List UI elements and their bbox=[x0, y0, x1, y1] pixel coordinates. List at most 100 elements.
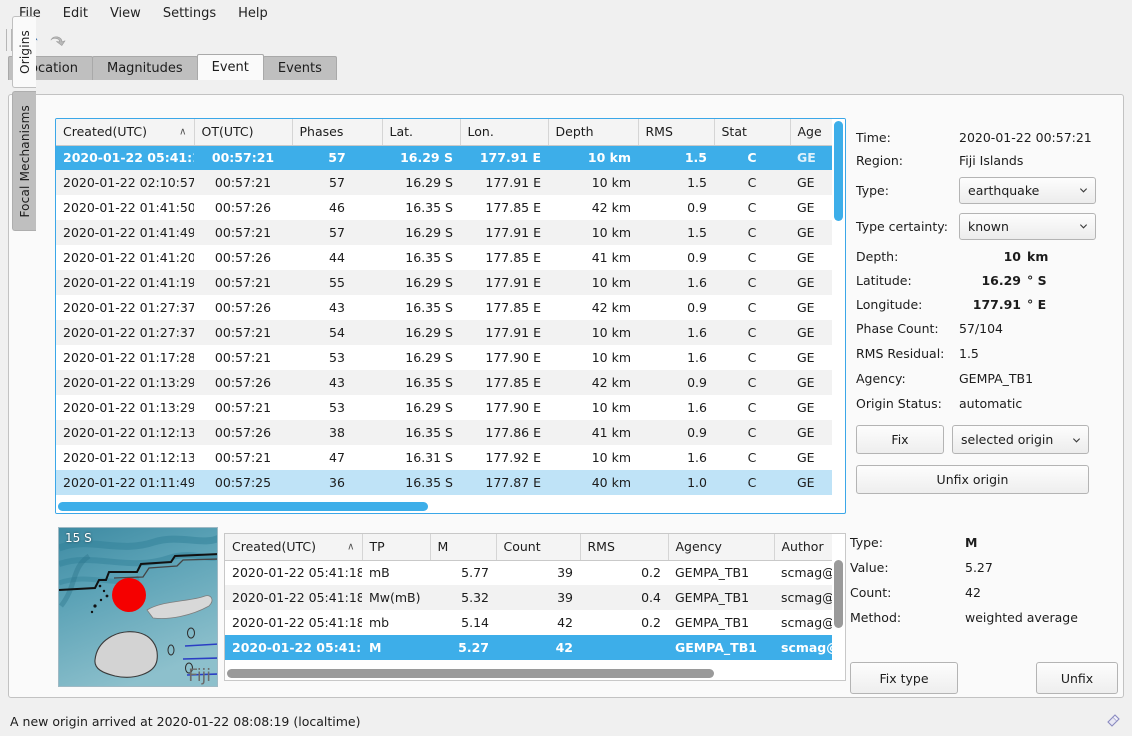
sidebar-item-focal-mechanisms-label: Focal Mechanisms bbox=[18, 105, 32, 218]
origins-vertical-scroll-thumb[interactable] bbox=[834, 121, 843, 221]
cell-created: 2020-01-22 05:41:17 bbox=[56, 145, 194, 170]
unfix-origin-button[interactable]: Unfix origin bbox=[856, 465, 1089, 494]
cell-ot: 00:57:26 bbox=[194, 195, 292, 220]
table-row[interactable]: 2020-01-22 05:41:18M5.2742GEMPA_TB1scmag… bbox=[225, 635, 834, 660]
cell-created: 2020-01-22 01:27:37 bbox=[56, 320, 194, 345]
origins-horizontal-scrollbar[interactable] bbox=[56, 500, 834, 513]
tab-event[interactable]: Event bbox=[197, 54, 264, 80]
column-header-mag-rms[interactable]: RMS bbox=[580, 534, 668, 560]
table-row[interactable]: 2020-01-22 05:41:18mB5.77390.2GEMPA_TB1s… bbox=[225, 560, 834, 585]
column-header-stat[interactable]: Stat bbox=[714, 119, 790, 145]
origin-longitude-label: Longitude: bbox=[856, 297, 959, 312]
table-row[interactable]: 2020-01-22 01:17:2800:57:215316.29 S177.… bbox=[56, 345, 846, 370]
table-row[interactable]: 2020-01-22 01:41:5000:57:264616.35 S177.… bbox=[56, 195, 846, 220]
column-header-ot[interactable]: OT(UTC) bbox=[194, 119, 292, 145]
map-thumbnail[interactable]: 15 S Fiji bbox=[58, 527, 218, 687]
origin-phase-count-row: Phase Count: 57/104 bbox=[856, 316, 1118, 341]
table-row[interactable]: 2020-01-22 02:10:5700:57:215716.29 S177.… bbox=[56, 170, 846, 195]
cell-lat: 16.29 S bbox=[382, 220, 460, 245]
table-row[interactable]: 2020-01-22 01:12:1300:57:263816.35 S177.… bbox=[56, 420, 846, 445]
cell-stat: C bbox=[714, 320, 790, 345]
unfix-button[interactable]: Unfix bbox=[1036, 662, 1118, 694]
origin-depth-row: Depth: 10km bbox=[856, 244, 1118, 268]
magnitudes-vertical-scrollbar[interactable] bbox=[832, 534, 845, 667]
origin-longitude-row: Longitude: 177.91° E bbox=[856, 292, 1118, 316]
origin-rms-residual-value: 1.5 bbox=[959, 346, 979, 361]
table-row[interactable]: 2020-01-22 05:41:18Mw(mB)5.32390.4GEMPA_… bbox=[225, 585, 834, 610]
cell-created: 2020-01-22 01:41:50 bbox=[56, 195, 194, 220]
table-row[interactable]: 2020-01-22 01:41:1900:57:215516.29 S177.… bbox=[56, 270, 846, 295]
table-row[interactable]: 2020-01-22 01:27:3700:57:215416.29 S177.… bbox=[56, 320, 846, 345]
column-header-mag-agency[interactable]: Agency bbox=[668, 534, 774, 560]
table-row[interactable]: 2020-01-22 01:13:2900:57:264316.35 S177.… bbox=[56, 370, 846, 395]
tab-events[interactable]: Events bbox=[263, 56, 337, 80]
origin-latitude-label: Latitude: bbox=[856, 273, 959, 288]
origin-latitude-unit: ° S bbox=[1027, 273, 1047, 288]
origins-table[interactable]: Created(UTC) ∧ OT(UTC) Phases Lat. Lon. … bbox=[55, 118, 846, 514]
table-row[interactable]: 2020-01-22 01:27:3700:57:264316.35 S177.… bbox=[56, 295, 846, 320]
cell-stat: C bbox=[714, 270, 790, 295]
table-row[interactable]: 2020-01-22 01:41:4900:57:215716.29 S177.… bbox=[56, 220, 846, 245]
sidebar-item-origins[interactable]: Origins bbox=[12, 16, 36, 88]
tab-magnitudes[interactable]: Magnitudes bbox=[92, 56, 198, 80]
menu-item-settings[interactable]: Settings bbox=[152, 3, 227, 24]
magnitudes-horizontal-scrollbar[interactable] bbox=[225, 667, 834, 680]
cell-ot: 00:57:21 bbox=[194, 170, 292, 195]
cell-rms: 1.6 bbox=[638, 320, 714, 345]
cell-ot: 00:57:21 bbox=[194, 320, 292, 345]
chevron-down-icon bbox=[1079, 186, 1088, 195]
column-header-depth[interactable]: Depth bbox=[548, 119, 638, 145]
column-header-lat[interactable]: Lat. bbox=[382, 119, 460, 145]
cell-depth: 10 km bbox=[548, 345, 638, 370]
toolbar bbox=[0, 26, 1132, 54]
origin-region-value: Fiji Islands bbox=[959, 153, 1023, 168]
column-header-mag-created[interactable]: Created(UTC) ∧ bbox=[225, 534, 362, 560]
cell-created: 2020-01-22 01:41:19 bbox=[56, 270, 194, 295]
magnitudes-vertical-scroll-thumb[interactable] bbox=[834, 560, 843, 628]
cell-rms: 0.9 bbox=[638, 245, 714, 270]
origin-time-value: 2020-01-22 00:57:21 bbox=[959, 130, 1092, 145]
cell-depth: 42 km bbox=[548, 370, 638, 395]
origin-type-certainty-select[interactable]: known bbox=[959, 213, 1096, 240]
map-place-label: Fiji bbox=[188, 666, 211, 686]
magnitudes-table[interactable]: Created(UTC) ∧ TP M Count RMS Agency Aut… bbox=[224, 533, 846, 681]
fix-scope-select[interactable]: selected origin bbox=[952, 425, 1089, 454]
table-row[interactable]: 2020-01-22 01:11:4900:57:253616.35 S177.… bbox=[56, 470, 846, 495]
fix-button[interactable]: Fix bbox=[856, 425, 944, 454]
sidebar-item-focal-mechanisms[interactable]: Focal Mechanisms bbox=[12, 91, 36, 231]
origin-rms-residual-label: RMS Residual: bbox=[856, 346, 959, 361]
origins-horizontal-scroll-thumb[interactable] bbox=[58, 502, 428, 511]
column-header-count[interactable]: Count bbox=[496, 534, 580, 560]
cell-lat: 16.35 S bbox=[382, 420, 460, 445]
origin-type-select[interactable]: earthquake bbox=[959, 177, 1096, 204]
cell-phases: 54 bbox=[292, 320, 382, 345]
column-header-created[interactable]: Created(UTC) ∧ bbox=[56, 119, 194, 145]
magnitudes-horizontal-scroll-thumb[interactable] bbox=[227, 669, 714, 678]
cell-lat: 16.35 S bbox=[382, 195, 460, 220]
column-header-rms[interactable]: RMS bbox=[638, 119, 714, 145]
redo-arrow-icon[interactable] bbox=[44, 28, 70, 52]
cell-phases: 46 bbox=[292, 195, 382, 220]
menu-item-edit[interactable]: Edit bbox=[52, 3, 99, 24]
origins-vertical-scrollbar[interactable] bbox=[832, 119, 845, 500]
origin-longitude-unit: ° E bbox=[1027, 297, 1046, 312]
column-header-phases[interactable]: Phases bbox=[292, 119, 382, 145]
table-row[interactable]: 2020-01-22 05:41:18mb5.14420.2GEMPA_TB1s… bbox=[225, 610, 834, 635]
column-header-lon[interactable]: Lon. bbox=[460, 119, 548, 145]
fix-type-button[interactable]: Fix type bbox=[850, 662, 958, 694]
column-header-author[interactable]: Author bbox=[774, 534, 834, 560]
menu-item-help[interactable]: Help bbox=[227, 3, 279, 24]
cell-rms: 1.5 bbox=[638, 145, 714, 170]
menu-item-view[interactable]: View bbox=[99, 3, 152, 24]
resize-grip-icon[interactable] bbox=[1104, 711, 1122, 732]
column-header-tp[interactable]: TP bbox=[362, 534, 430, 560]
table-row[interactable]: 2020-01-22 01:13:2900:57:215316.29 S177.… bbox=[56, 395, 846, 420]
cell-mag-rms: 0.4 bbox=[580, 585, 668, 610]
cell-count: 42 bbox=[496, 635, 580, 660]
cell-rms: 1.6 bbox=[638, 395, 714, 420]
table-row[interactable]: 2020-01-22 05:41:1700:57:215716.29 S177.… bbox=[56, 145, 846, 170]
column-header-m[interactable]: M bbox=[430, 534, 496, 560]
table-row[interactable]: 2020-01-22 01:41:2000:57:264416.35 S177.… bbox=[56, 245, 846, 270]
table-row[interactable]: 2020-01-22 01:12:1300:57:214716.31 S177.… bbox=[56, 445, 846, 470]
cell-mag-created: 2020-01-22 05:41:18 bbox=[225, 610, 362, 635]
